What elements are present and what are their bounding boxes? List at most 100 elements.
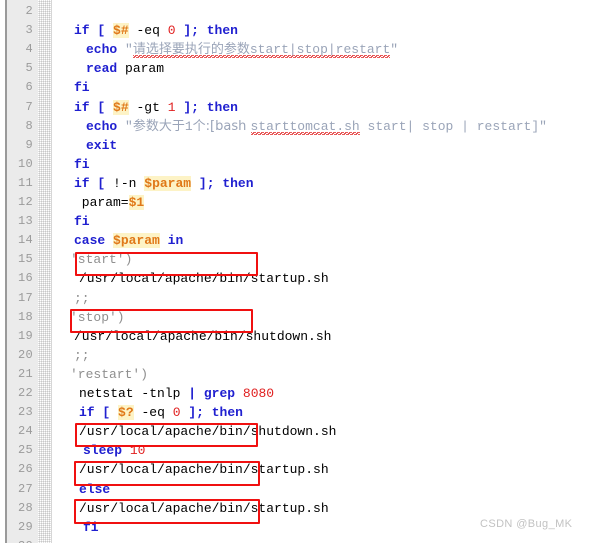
token-one: 1 xyxy=(167,99,176,115)
watermark-label: CSDN @Bug_MK xyxy=(480,518,573,530)
code-line[interactable]: 17 ;; xyxy=(0,289,595,308)
token-cjk-message-2: 参数大于 xyxy=(132,118,185,134)
line-content: netstat -tnlp | grep 8080 xyxy=(79,384,274,403)
token-param-var: $param xyxy=(144,175,192,191)
code-line[interactable]: 27 else xyxy=(0,480,595,499)
code-line[interactable]: 25 sleep 10 xyxy=(0,441,595,460)
code-line[interactable]: 4 echo "请选择要执行的参数start|stop|restart" xyxy=(0,40,595,59)
line-content: if [ $? -eq 0 ]; then xyxy=(79,403,243,422)
token-eq-op: -eq xyxy=(141,405,165,421)
token-bracket-close: ]; xyxy=(188,405,204,421)
token-zero: 0 xyxy=(172,405,181,421)
token-message-1-latin: start|stop|restart xyxy=(249,42,391,59)
line-number: 27 xyxy=(17,481,33,496)
token-if: if xyxy=(79,405,95,421)
token-then: then xyxy=(211,405,243,421)
code-line[interactable]: 2 xyxy=(0,2,595,21)
line-number: 13 xyxy=(17,214,33,229)
code-line[interactable]: 20 ;; xyxy=(0,346,595,365)
code-line[interactable]: 28 /usr/local/apache/bin/startup.sh xyxy=(0,499,595,518)
code-line[interactable]: 23 if [ $? -eq 0 ]; then xyxy=(0,403,595,422)
line-number: 11 xyxy=(17,175,33,190)
token-fi: fi xyxy=(74,156,90,172)
code-line[interactable]: 15 'start') xyxy=(0,250,595,269)
line-content: exit xyxy=(86,136,117,155)
token-startup-file: /startup.sh xyxy=(242,462,329,478)
line-content: 'restart') xyxy=(70,365,148,384)
code-line[interactable]: 30 esac xyxy=(0,537,595,543)
code-line[interactable]: 21 'restart') xyxy=(0,365,595,384)
token-param-assign: param= xyxy=(74,195,129,210)
code-line[interactable]: 10 fi xyxy=(0,155,595,174)
code-line[interactable]: 9 exit xyxy=(0,136,595,155)
token-exit: exit xyxy=(86,137,118,153)
code-line[interactable]: 11 if [ !-n $param ]; then xyxy=(0,174,595,193)
line-content: else xyxy=(79,480,110,499)
line-number: 9 xyxy=(25,137,33,152)
token-fi: fi xyxy=(74,80,90,96)
line-content: /usr/local/apache/bin/startup.sh xyxy=(79,269,329,288)
code-line[interactable]: 3 if [ $# -eq 0 ]; then xyxy=(0,21,595,40)
line-number: 28 xyxy=(17,500,33,515)
token-quote-close: " xyxy=(539,118,547,134)
token-path-dir: /usr/local/apache/bin xyxy=(79,271,243,287)
code-line[interactable]: 19 /usr/local/apache/bin/shutdown.sh xyxy=(0,327,595,346)
line-content: ;; xyxy=(74,289,90,308)
line-content: fi xyxy=(74,212,90,231)
code-line[interactable]: 26 /usr/local/apache/bin/startup.sh xyxy=(0,460,595,479)
line-content: echo "参数大于1个:[bash starttomcat.sh start|… xyxy=(86,117,547,136)
token-then: then xyxy=(222,175,254,191)
line-content: fi xyxy=(74,155,90,174)
line-number: 20 xyxy=(17,347,33,362)
token-case-stop: 'stop') xyxy=(70,309,125,325)
code-line[interactable]: 14 case $param in xyxy=(0,231,595,250)
code-line[interactable]: 12 param=$1 xyxy=(0,193,595,212)
token-hash-var: $# xyxy=(113,99,129,115)
line-content: if [ $# -gt 1 ]; then xyxy=(74,98,238,117)
token-if: if xyxy=(74,23,90,39)
line-number: 7 xyxy=(25,99,33,114)
line-content: fi xyxy=(74,78,90,97)
token-if: if xyxy=(74,175,90,191)
code-line[interactable]: 5 read param xyxy=(0,59,595,78)
code-line[interactable]: 13 fi xyxy=(0,212,595,231)
line-number: 23 xyxy=(17,405,33,420)
line-number: 3 xyxy=(25,23,33,38)
line-number: 18 xyxy=(17,309,33,324)
line-number: 6 xyxy=(25,80,33,95)
line-number: 24 xyxy=(17,424,33,439)
token-pipe: | xyxy=(188,386,197,401)
token-n-test: !-n xyxy=(113,175,137,191)
line-number: 4 xyxy=(25,42,33,57)
code-line[interactable]: 8 echo "参数大于1个:[bash starttomcat.sh star… xyxy=(0,117,595,136)
token-sleep: sleep xyxy=(83,443,123,459)
token-netstat: netstat xyxy=(79,386,134,401)
code-line[interactable]: 24 /usr/local/apache/bin/shutdown.sh xyxy=(0,422,595,441)
token-grep: grep xyxy=(203,386,236,401)
line-content: param=$1 xyxy=(74,193,145,212)
line-number: 8 xyxy=(25,118,33,133)
token-startup-file: /startup.sh xyxy=(242,271,329,287)
token-quote: " xyxy=(125,118,133,134)
line-number: 5 xyxy=(25,61,33,76)
token-port: 8080 xyxy=(242,386,275,401)
code-line[interactable]: 16 /usr/local/apache/bin/startup.sh xyxy=(0,269,595,288)
token-shutdown-file: /shutdown.sh xyxy=(242,424,337,440)
code-line[interactable]: 18 'stop') xyxy=(0,308,595,327)
line-content: /usr/local/apache/bin/shutdown.sh xyxy=(74,327,331,346)
line-content: read param xyxy=(86,59,164,78)
line-content: /usr/local/apache/bin/shutdown.sh xyxy=(79,422,336,441)
token-echo: echo xyxy=(86,118,118,134)
line-content: if [ !-n $param ]; then xyxy=(74,174,254,193)
token-double-semicolon: ;; xyxy=(74,347,90,363)
token-eq-op: -eq xyxy=(136,23,160,39)
code-line[interactable]: 7 if [ $# -gt 1 ]; then xyxy=(0,98,595,117)
token-one: 1 xyxy=(184,118,193,134)
line-number: 2 xyxy=(25,4,33,18)
token-quote: " xyxy=(125,42,133,58)
line-number: 19 xyxy=(17,328,33,343)
token-then: then xyxy=(206,23,238,39)
code-line[interactable]: 6 fi xyxy=(0,78,595,97)
line-number: 21 xyxy=(17,366,33,381)
code-line[interactable]: 22 netstat -tnlp | grep 8080 xyxy=(0,384,595,403)
